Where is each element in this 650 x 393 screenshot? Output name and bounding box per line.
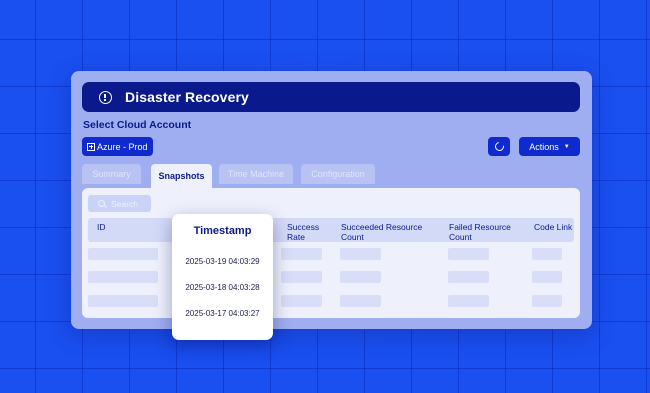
- cloud-account-value: Azure - Prod: [97, 141, 148, 152]
- table-row-1-id-placeholder: [88, 248, 158, 260]
- timestamp-cell-2: 2025-03-18 04:03:28: [185, 283, 260, 292]
- search-icon: [98, 200, 105, 207]
- page-title: Disaster Recovery: [125, 89, 249, 105]
- disaster-recovery-card: Disaster Recovery Select Cloud Account A…: [71, 71, 592, 329]
- table-header: ID Success Rate Succeeded Resource Count…: [88, 218, 574, 242]
- tab-configuration-label: Configuration: [311, 169, 365, 179]
- table-row-3-link-placeholder: [532, 295, 562, 307]
- actions-button[interactable]: Actions ▼: [519, 137, 580, 156]
- column-header-failed-resource-count[interactable]: Failed Resource Count: [449, 222, 529, 242]
- search-placeholder: Search: [111, 198, 138, 209]
- actions-label: Actions: [529, 141, 559, 152]
- tab-summary[interactable]: Summary: [82, 164, 141, 184]
- table-row-3-succeeded-placeholder: [340, 295, 381, 307]
- table-row-1-failed-placeholder: [448, 248, 489, 260]
- column-header-success-rate[interactable]: Success Rate: [287, 222, 327, 242]
- column-header-id[interactable]: ID: [97, 222, 106, 232]
- info-icon: [99, 90, 112, 104]
- timestamp-column-card: Timestamp 2025-03-19 04:03:29 2025-03-18…: [172, 214, 273, 340]
- timestamp-cell-1: 2025-03-19 04:03:29: [185, 257, 260, 266]
- table-row-2-rate-placeholder: [281, 271, 322, 283]
- table-row-1-rate-placeholder: [281, 248, 322, 260]
- search-input[interactable]: Search: [88, 195, 151, 212]
- table-row-3-failed-placeholder: [448, 295, 489, 307]
- tab-time-machine-label: Time Machine: [227, 169, 285, 179]
- tab-snapshots-label: Snapshots: [158, 171, 205, 181]
- table-row-1-succeeded-placeholder: [340, 248, 381, 260]
- cloud-account-select[interactable]: Azure - Prod: [82, 137, 153, 156]
- refresh-icon: [492, 140, 506, 153]
- select-account-label: Select Cloud Account: [83, 119, 192, 131]
- snapshots-panel: Search ID Success Rate Succeeded Resourc…: [82, 188, 580, 318]
- refresh-button[interactable]: [488, 137, 510, 156]
- timestamp-cell-3: 2025-03-17 04:03:27: [185, 309, 260, 318]
- table-row-2-link-placeholder: [532, 271, 562, 283]
- title-bar: Disaster Recovery: [82, 82, 580, 112]
- table-row-3-id-placeholder: [88, 295, 158, 307]
- tab-summary-label: Summary: [92, 169, 131, 179]
- column-header-timestamp[interactable]: Timestamp: [172, 225, 273, 237]
- table-row-2-id-placeholder: [88, 271, 158, 283]
- table-row-2-failed-placeholder: [448, 271, 489, 283]
- tab-snapshots[interactable]: Snapshots: [151, 164, 212, 188]
- table-row-3-rate-placeholder: [281, 295, 322, 307]
- tab-configuration[interactable]: Configuration: [301, 164, 375, 184]
- table-row-2-succeeded-placeholder: [340, 271, 381, 283]
- chevron-down-icon: ▼: [563, 143, 570, 150]
- column-header-succeeded-resource-count[interactable]: Succeeded Resource Count: [341, 222, 441, 242]
- column-header-code-link[interactable]: Code Link: [534, 222, 574, 232]
- tab-time-machine[interactable]: Time Machine: [219, 164, 293, 184]
- table-row-1-link-placeholder: [532, 248, 562, 260]
- plus-square-icon: [87, 142, 95, 151]
